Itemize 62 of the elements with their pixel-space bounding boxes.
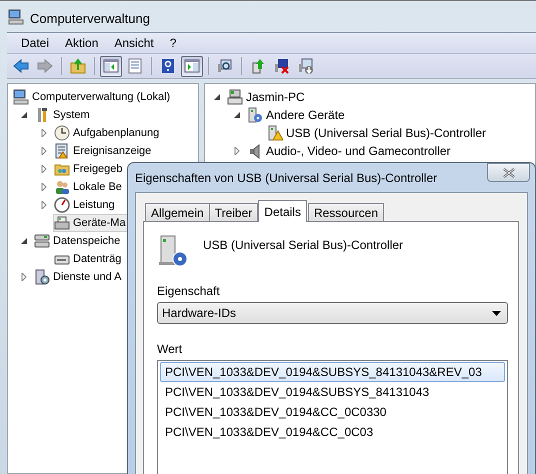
update-icon xyxy=(250,58,266,74)
value-item[interactable]: PCI\VEN_1033&DEV_0194&CC_0C0330 xyxy=(160,402,505,422)
value-item[interactable]: PCI\VEN_1033&DEV_0194&SUBSYS_84131043 xyxy=(160,382,505,402)
tab[interactable]: Allgemein xyxy=(145,203,210,222)
back-arrow-icon xyxy=(13,58,29,74)
caret-icon xyxy=(492,310,501,316)
menu-item[interactable]: Aktion xyxy=(57,36,106,50)
folder-up-icon xyxy=(70,58,86,74)
tree-pane-icon xyxy=(103,58,119,74)
storage-icon xyxy=(34,233,50,249)
forward-arrow-icon xyxy=(37,58,53,74)
clock-icon xyxy=(54,125,70,141)
dialog-title: Eigenschaften von USB (Universal Serial Bus)-Controller xyxy=(135,170,438,184)
toolbar-button[interactable] xyxy=(181,56,203,76)
tree-item[interactable]: Andere Geräte xyxy=(246,106,348,124)
action-pane-icon xyxy=(184,58,200,74)
tree-item[interactable]: Aufgabenplanung xyxy=(53,124,162,142)
unknown-device-icon xyxy=(157,234,189,268)
tree-item[interactable]: Jasmin-PC xyxy=(226,88,308,106)
tree-item[interactable]: System xyxy=(33,106,93,124)
tree-item[interactable]: Lokale Be xyxy=(53,178,125,196)
tab[interactable]: Ressourcen xyxy=(308,203,384,222)
computer-icon xyxy=(13,89,29,105)
scan-icon xyxy=(217,58,233,74)
device-manager-icon xyxy=(54,215,70,231)
disable-icon xyxy=(298,58,314,74)
device-name: USB (Universal Serial Bus)-Controller xyxy=(203,238,404,252)
tree-item[interactable]: Geräte-Ma xyxy=(53,214,129,232)
tree-item[interactable]: USB (Universal Serial Bus)-Controller xyxy=(266,124,490,142)
tree-item[interactable]: Audio-, Video- und Gamecontroller xyxy=(246,142,454,160)
users-icon xyxy=(54,179,70,195)
menu-item[interactable]: ? xyxy=(162,36,184,50)
computer-icon xyxy=(227,89,243,105)
value-item[interactable]: PCI\VEN_1033&DEV_0194&CC_0C03 xyxy=(160,422,505,442)
tree-item[interactable]: Leistung xyxy=(53,196,118,214)
tree-item[interactable]: Dienste und A xyxy=(33,268,124,286)
toolbar-button[interactable] xyxy=(100,56,122,76)
help-icon xyxy=(160,58,176,74)
tab[interactable]: Treiber xyxy=(208,203,258,222)
list-icon xyxy=(127,58,143,74)
window-title: Computerverwaltung xyxy=(30,10,150,26)
event-log-icon xyxy=(54,143,70,159)
tree-item[interactable]: Computerverwaltung (Lokal) xyxy=(12,88,174,106)
tree-item[interactable]: Freigegeb xyxy=(53,160,126,178)
value-label: Wert xyxy=(157,342,184,358)
menu-item[interactable]: Ansicht xyxy=(106,36,162,50)
gauge-icon xyxy=(54,197,70,213)
warning-device-icon xyxy=(267,125,283,141)
menu-item[interactable]: Datei xyxy=(13,36,58,50)
services-icon xyxy=(34,269,50,285)
tab[interactable]: Details xyxy=(258,200,307,222)
value-item[interactable]: PCI\VEN_1033&DEV_0194&SUBSYS_84131043&REV_03 xyxy=(160,362,505,382)
close-button[interactable] xyxy=(487,163,530,182)
computer-icon xyxy=(8,8,24,24)
tree-item[interactable]: Datenträg xyxy=(53,250,124,268)
property-label: Eigenschaft xyxy=(157,284,221,300)
tree-item[interactable]: Datenspeiche xyxy=(33,232,124,250)
tree-item[interactable]: Ereignisanzeige xyxy=(53,142,154,160)
unknown-device-icon xyxy=(247,107,263,123)
close-icon xyxy=(502,168,516,178)
property-dropdown[interactable]: Hardware-IDs xyxy=(157,302,508,324)
uninstall-icon xyxy=(274,58,290,74)
